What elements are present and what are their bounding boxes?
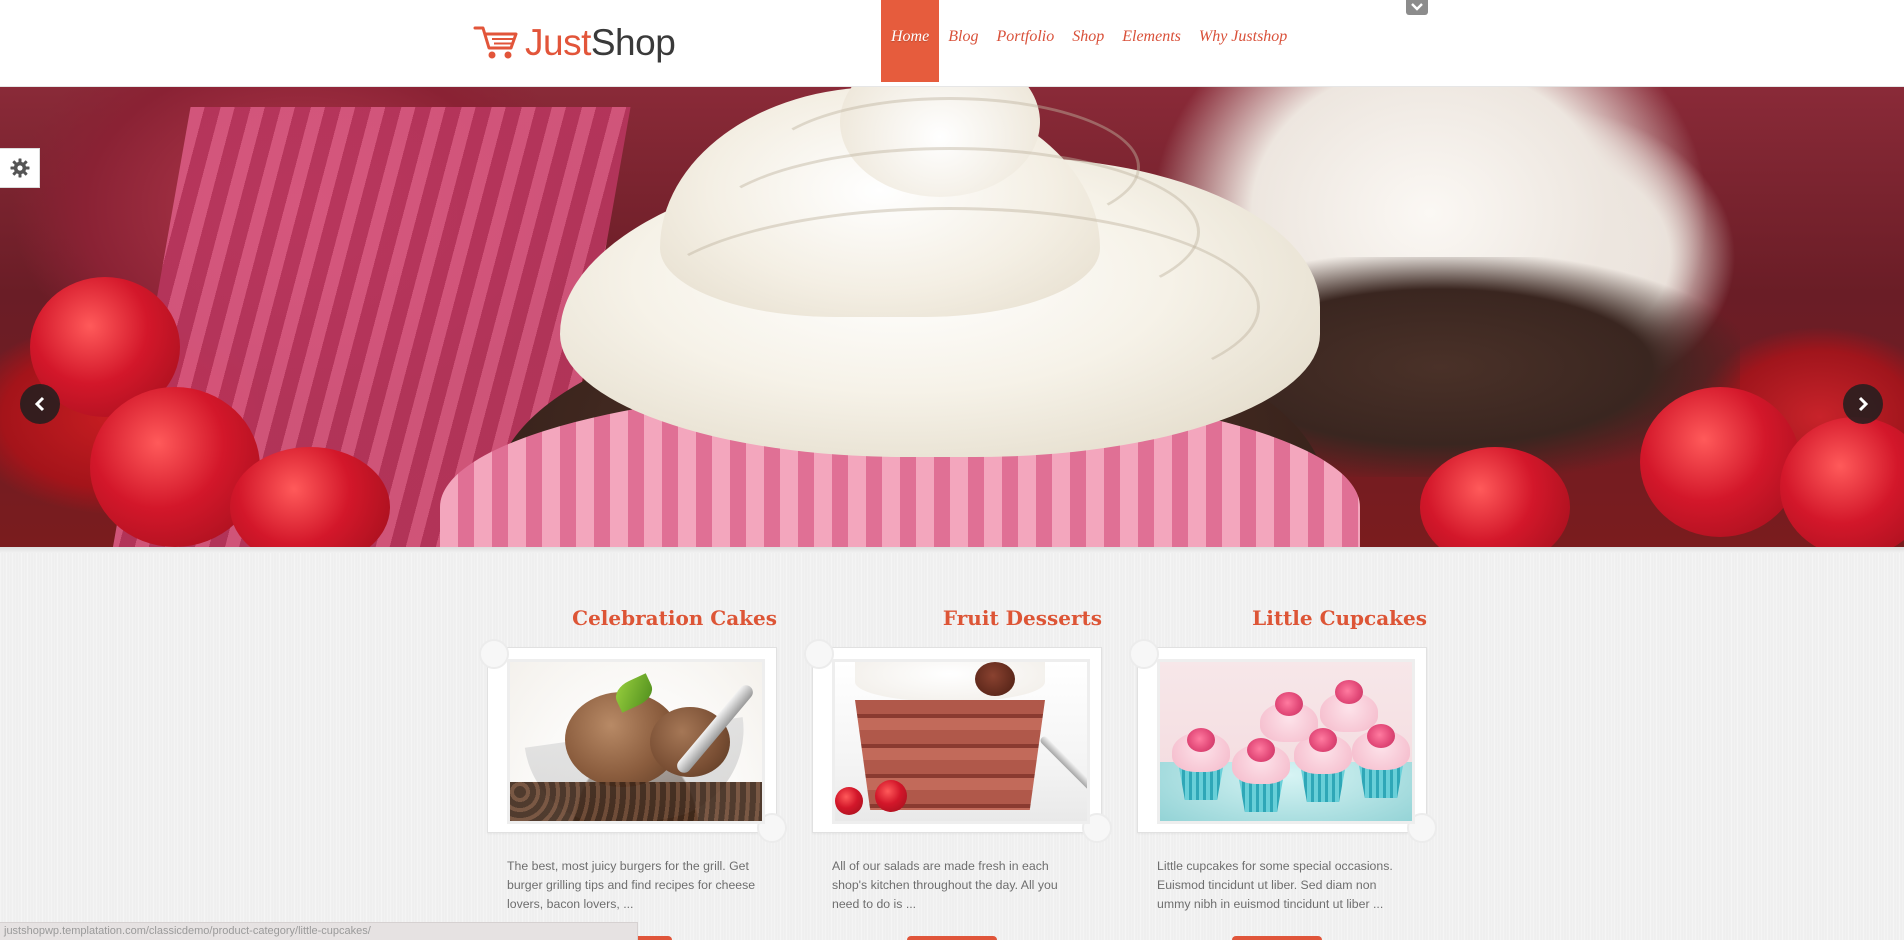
nav-item-label: Shop — [1072, 28, 1105, 45]
nav-item-shop[interactable]: Shop — [1063, 0, 1113, 82]
chevron-left-icon — [34, 396, 45, 412]
status-bar-url: justshopwp.templatation.com/classicdemo/… — [4, 925, 371, 937]
style-switcher-toggle[interactable] — [0, 148, 40, 188]
site-logo[interactable]: JustShop — [473, 20, 676, 64]
category-image-cupcakes — [1157, 659, 1415, 824]
logo-text-just: Just — [525, 21, 591, 63]
nav-item-why-justshop[interactable]: Why Justshop — [1190, 0, 1296, 82]
sugar-rose — [1367, 724, 1395, 748]
slide-image-frosting-swirl — [760, 97, 1140, 237]
hero-slider — [0, 87, 1904, 547]
category-image-ice-cream — [507, 659, 765, 824]
category-description: All of our salads are made fresh in each… — [832, 859, 1058, 911]
gear-icon — [10, 158, 29, 178]
category-title[interactable]: Little Cupcakes — [1137, 603, 1427, 633]
nav-item-label: Elements — [1122, 28, 1181, 45]
slider-bottom-edge — [0, 547, 1904, 553]
site-header: JustShop Home Blog Portfolio Shop Elemen… — [0, 0, 1904, 87]
logo-text-shop: Shop — [590, 21, 676, 63]
nav-item-home[interactable]: Home — [881, 0, 940, 82]
slider-next-button[interactable] — [1843, 384, 1883, 424]
main-nav: Home Blog Portfolio Shop Elements Why Ju… — [881, 0, 1296, 82]
logo-text: JustShop — [525, 21, 676, 63]
category-description: Little cupcakes for some special occasio… — [1157, 859, 1393, 911]
slider-prev-button[interactable] — [20, 384, 60, 424]
sugar-rose — [1275, 692, 1303, 716]
nav-item-label: Why Justshop — [1198, 28, 1288, 45]
slide-image-raspberry — [1640, 387, 1800, 537]
nav-item-label: Home — [891, 28, 930, 45]
frame-scallop-decoration — [804, 639, 834, 669]
whipped-cream — [855, 662, 1045, 702]
category-image-frame[interactable] — [1129, 639, 1437, 843]
coffee-beans — [510, 782, 762, 821]
category-card-fruit-desserts: Fruit Desserts All of our salads are mad… — [804, 603, 1112, 914]
category-card-celebration-cakes: Celebration Cakes The best, most juicy b… — [479, 603, 787, 914]
shopping-cart-icon — [473, 26, 518, 59]
sugar-rose — [1187, 728, 1215, 752]
raspberry — [835, 787, 863, 815]
browser-status-bar: justshopwp.templatation.com/classicdemo/… — [0, 922, 638, 940]
category-title[interactable]: Celebration Cakes — [487, 603, 777, 633]
category-more-button[interactable] — [1232, 936, 1322, 940]
category-image-frame[interactable] — [479, 639, 787, 843]
chevron-down-icon — [1411, 3, 1423, 11]
category-image-cake-slice — [832, 659, 1090, 824]
frame-scallop-decoration — [479, 639, 509, 669]
nav-item-label: Portfolio — [996, 28, 1055, 45]
category-title[interactable]: Fruit Desserts — [812, 603, 1102, 633]
fork — [1038, 734, 1087, 798]
sugar-rose — [1247, 738, 1275, 762]
category-image-frame[interactable] — [804, 639, 1112, 843]
category-description: The best, most juicy burgers for the gri… — [507, 859, 756, 911]
category-more-button[interactable] — [907, 936, 997, 940]
chevron-right-icon — [1858, 396, 1869, 412]
sugar-rose — [1335, 680, 1363, 704]
category-card-little-cupcakes: Little Cupcakes Little cupcakes for some… — [1129, 603, 1437, 914]
slide-image-raspberry — [1780, 417, 1904, 547]
nav-item-blog[interactable]: Blog — [939, 0, 987, 82]
nav-item-elements[interactable]: Elements — [1113, 0, 1190, 82]
nav-item-portfolio[interactable]: Portfolio — [987, 0, 1063, 82]
sugar-rose — [1309, 728, 1337, 752]
chocolate-rose — [975, 662, 1015, 696]
nav-item-label: Blog — [948, 28, 979, 45]
raspberry — [875, 780, 907, 812]
frame-scallop-decoration — [1129, 639, 1159, 669]
header-toggle-button[interactable] — [1406, 0, 1428, 15]
